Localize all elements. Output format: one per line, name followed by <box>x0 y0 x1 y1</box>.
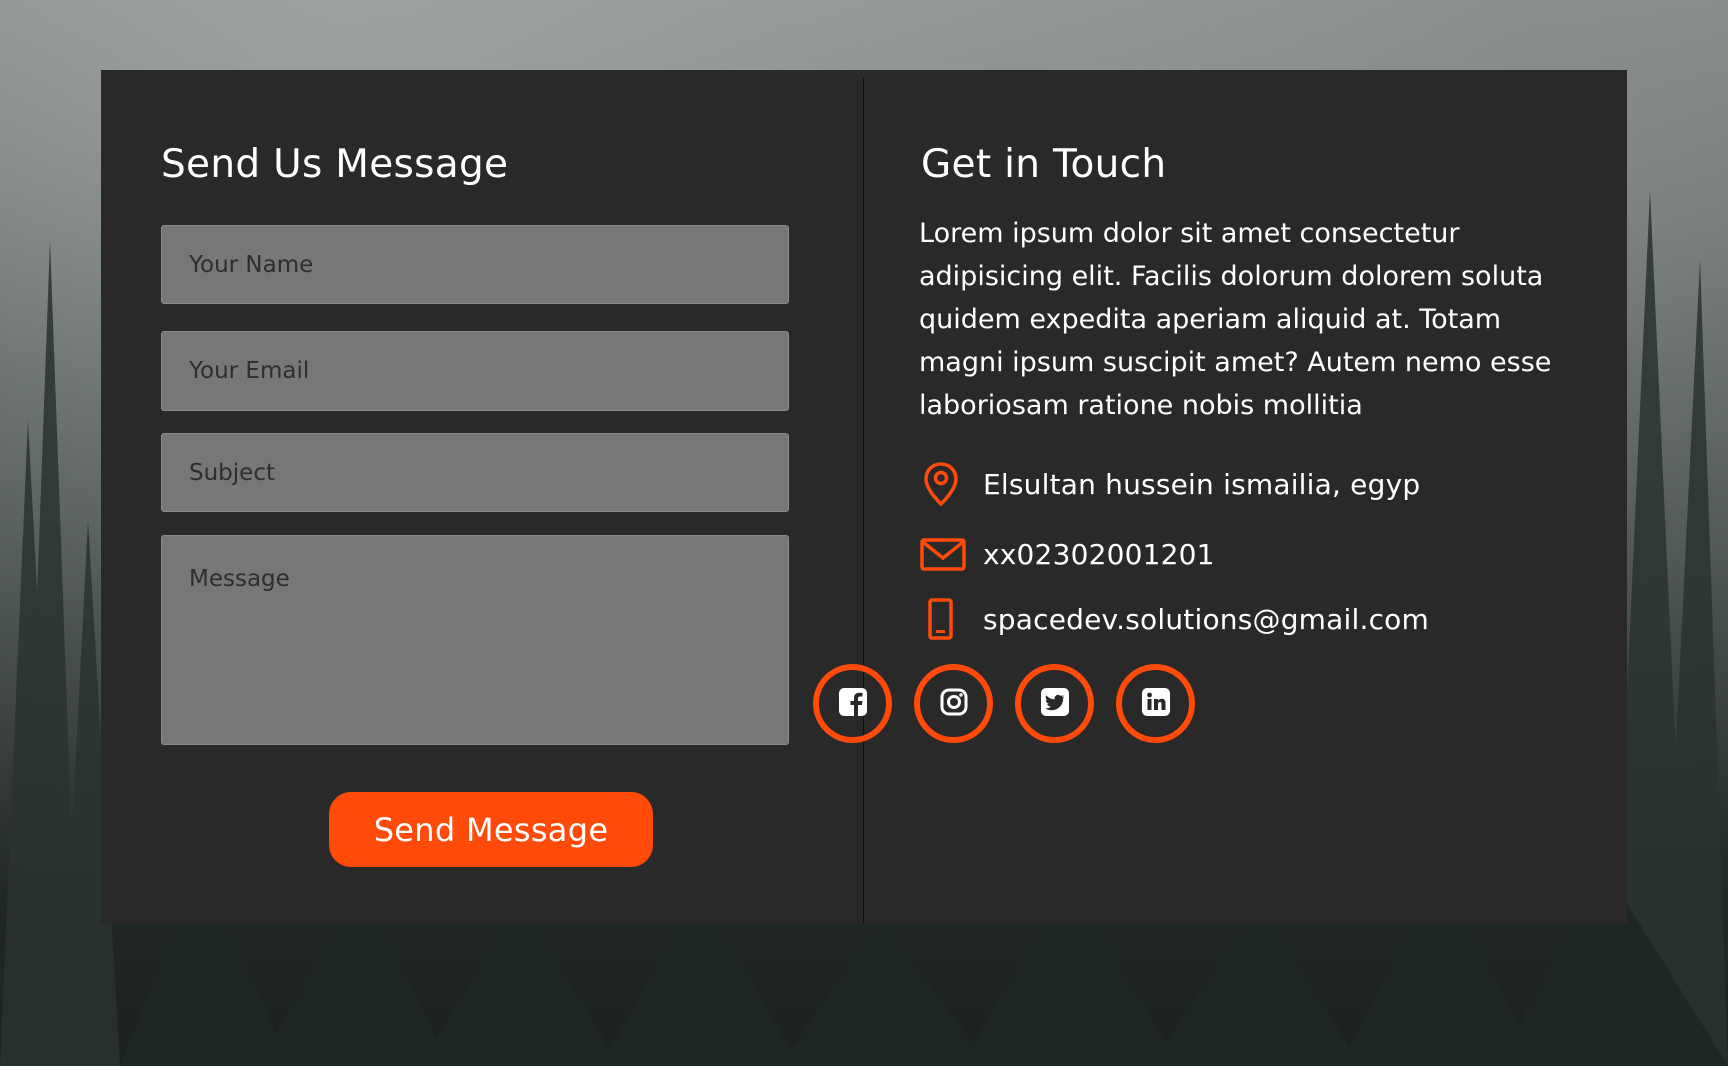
facebook-icon <box>838 687 868 721</box>
instagram-link[interactable] <box>914 664 993 743</box>
twitter-icon <box>1040 687 1070 721</box>
twitter-link[interactable] <box>1015 664 1094 743</box>
linkedin-link[interactable] <box>1116 664 1195 743</box>
message-form-panel: Send Us Message Send Message <box>101 70 863 923</box>
email-row: spacedev.solutions@gmail.com <box>919 595 1429 643</box>
envelope-icon <box>919 530 967 578</box>
address-row: Elsultan hussein ismailia, egyp <box>919 460 1420 508</box>
name-input[interactable] <box>161 225 789 304</box>
instagram-icon <box>939 687 969 721</box>
facebook-link[interactable] <box>813 664 892 743</box>
email-input[interactable] <box>161 331 789 411</box>
phone-row: xx02302001201 <box>919 530 1215 578</box>
location-pin-icon <box>919 460 967 508</box>
contact-description: Lorem ipsum dolor sit amet consectetur a… <box>919 218 1552 421</box>
form-heading: Send Us Message <box>161 142 509 187</box>
linkedin-icon <box>1141 687 1171 721</box>
mobile-phone-icon <box>919 595 967 643</box>
contact-info-panel: Get in Touch Lorem ipsum dolor sit amet … <box>863 70 1627 923</box>
address-text: Elsultan hussein ismailia, egyp <box>983 467 1421 501</box>
email-text: spacedev.solutions@gmail.com <box>983 602 1429 636</box>
contact-heading: Get in Touch <box>921 142 1167 187</box>
message-textarea[interactable] <box>161 535 789 745</box>
send-message-button[interactable]: Send Message <box>329 792 653 867</box>
phone-text: xx02302001201 <box>983 537 1215 571</box>
contact-card: Send Us Message Send Message Get in Touc… <box>101 70 1627 923</box>
subject-input[interactable] <box>161 433 789 512</box>
